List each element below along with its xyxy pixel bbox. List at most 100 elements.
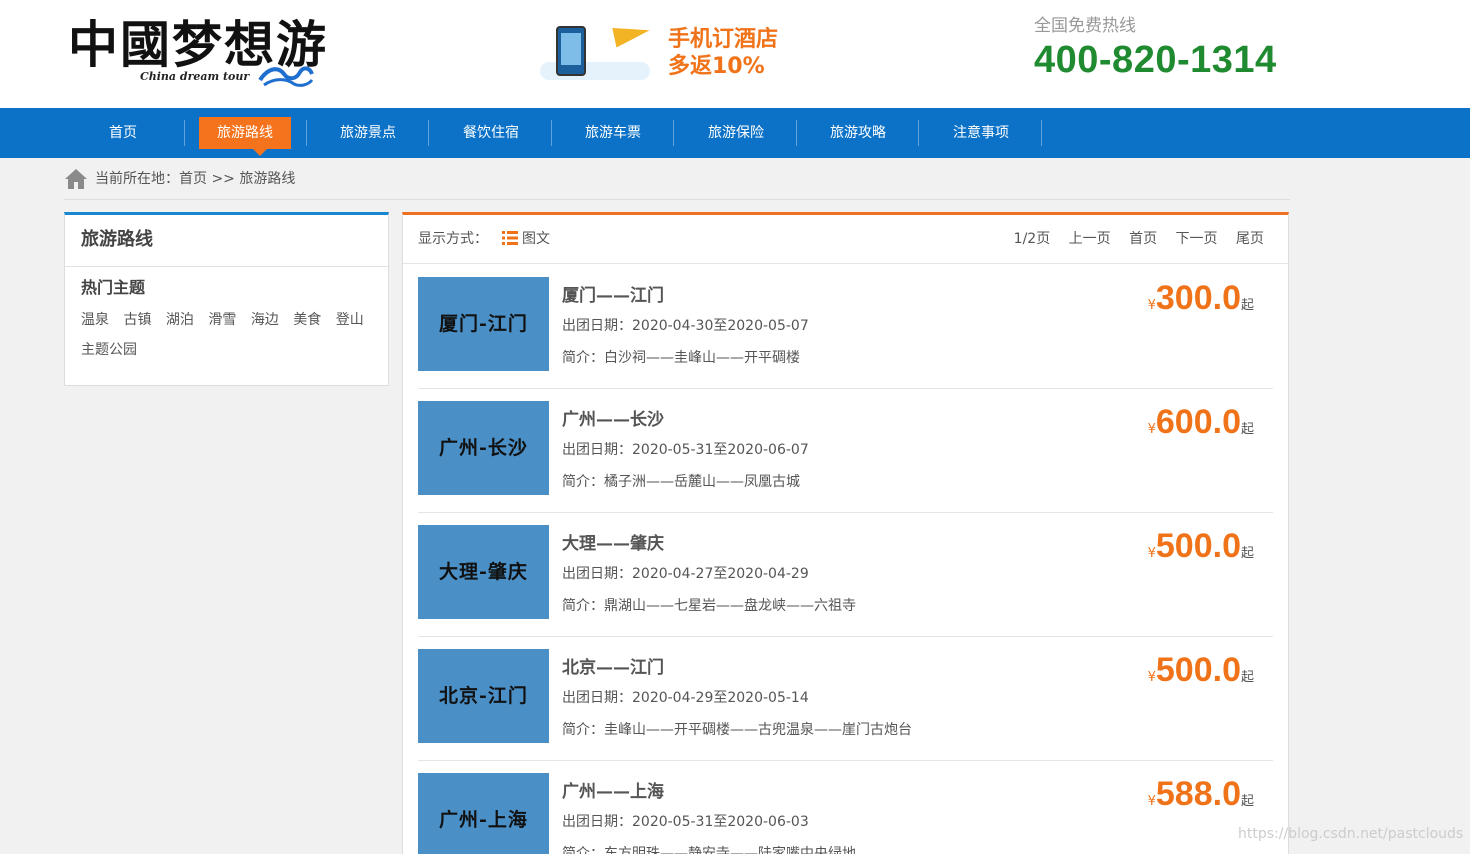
list-item[interactable]: 大理-肇庆 大理——肇庆 出团日期：2020-04-27至2020-04-29 …	[418, 513, 1273, 637]
pagination: 1/2页 上一页 首页 下一页 尾页	[1000, 215, 1264, 264]
route-price: ¥300.0起	[1148, 279, 1254, 318]
route-date: 出团日期：2020-04-29至2020-05-14	[562, 690, 809, 706]
prev-page-link[interactable]: 上一页	[1069, 231, 1111, 247]
tag-climbing[interactable]: 登山	[336, 305, 364, 335]
route-price: ¥588.0起	[1148, 775, 1254, 814]
view-mode: 显示方式： 图文	[418, 215, 550, 264]
route-title[interactable]: 广州——上海	[562, 777, 664, 802]
route-title[interactable]: 北京——江门	[562, 653, 664, 678]
promo-line-1: 手机订酒店	[668, 27, 779, 52]
route-title[interactable]: 大理——肇庆	[562, 529, 664, 554]
nav-item-tickets[interactable]: 旅游车票	[552, 117, 674, 149]
logo-subtitle: China dream tour	[140, 70, 250, 83]
route-intro: 简介：白沙祠——圭峰山——开平碉楼	[562, 350, 800, 366]
route-price: ¥500.0起	[1148, 527, 1254, 566]
home-icon	[65, 169, 87, 189]
nav-item-routes[interactable]: 旅游路线	[199, 117, 291, 156]
nav-divider	[673, 120, 674, 146]
currency-symbol: ¥	[1147, 546, 1156, 561]
promo-line-2: 多返10%	[668, 54, 765, 79]
route-thumbnail[interactable]: 北京-江门	[418, 649, 549, 743]
promo-text: 手机订酒店 多返10%	[668, 26, 778, 80]
nav-item-insurance[interactable]: 旅游保险	[675, 117, 797, 149]
route-title[interactable]: 厦门——江门	[562, 281, 664, 306]
hotline-number: 400-820-1314	[1034, 39, 1277, 81]
currency-symbol: ¥	[1147, 670, 1156, 685]
first-page-link[interactable]: 首页	[1129, 231, 1157, 247]
currency-symbol: ¥	[1147, 794, 1156, 809]
list-toolbar: 显示方式： 图文 1/2页 上一页 首页 下一页 尾页	[403, 215, 1288, 264]
last-page-link[interactable]: 尾页	[1236, 231, 1264, 247]
watermark: https://blog.csdn.net/pastclouds	[1238, 826, 1464, 842]
route-intro: 简介：东方明珠——静安寺——陆家嘴中央绿地	[562, 846, 856, 854]
tag-seaside[interactable]: 海边	[251, 305, 279, 335]
list-item[interactable]: 广州-上海 广州——上海 出团日期：2020-05-31至2020-06-03 …	[418, 761, 1273, 854]
tag-ancient-town[interactable]: 古镇	[123, 305, 151, 335]
route-thumbnail[interactable]: 广州-长沙	[418, 401, 549, 495]
currency-symbol: ¥	[1147, 298, 1156, 313]
breadcrumb: 当前所在地：首页 >> 旅游路线	[64, 158, 1290, 200]
price-suffix: 起	[1240, 794, 1254, 809]
price-value: 588.0	[1155, 775, 1241, 813]
price-value: 300.0	[1155, 279, 1241, 317]
route-date: 出团日期：2020-04-30至2020-05-07	[562, 318, 809, 334]
route-thumbnail[interactable]: 厦门-江门	[418, 277, 549, 371]
page-info: 1/2页	[1013, 231, 1051, 247]
price-value: 500.0	[1155, 651, 1241, 689]
nav-divider	[918, 120, 919, 146]
route-price: ¥500.0起	[1148, 651, 1254, 690]
route-date: 出团日期：2020-05-31至2020-06-03	[562, 814, 809, 830]
nav-item-dining[interactable]: 餐饮住宿	[430, 117, 552, 149]
mobile-hotel-promo[interactable]: 手机订酒店 多返10%	[540, 20, 800, 84]
breadcrumb-text[interactable]: 当前所在地：首页 >> 旅游路线	[95, 158, 295, 201]
paper-plane-icon	[612, 20, 652, 48]
list-item[interactable]: 北京-江门 北京——江门 出团日期：2020-04-29至2020-05-14 …	[418, 637, 1273, 761]
list-view-icon[interactable]	[502, 231, 518, 245]
nav-divider	[428, 120, 429, 146]
tag-skiing[interactable]: 滑雪	[208, 305, 236, 335]
list-item[interactable]: 厦门-江门 厦门——江门 出团日期：2020-04-30至2020-05-07 …	[418, 265, 1273, 389]
price-suffix: 起	[1240, 546, 1254, 561]
nav-item-guides[interactable]: 旅游攻略	[797, 117, 919, 149]
route-date: 出团日期：2020-05-31至2020-06-07	[562, 442, 809, 458]
price-suffix: 起	[1240, 670, 1254, 685]
tag-theme-park[interactable]: 主题公园	[81, 335, 137, 365]
tag-hot-spring[interactable]: 温泉	[81, 305, 109, 335]
route-thumbnail[interactable]: 广州-上海	[418, 773, 549, 854]
phone-icon	[556, 26, 586, 76]
currency-symbol: ¥	[1147, 422, 1156, 437]
nav-item-notes[interactable]: 注意事项	[920, 117, 1042, 149]
price-suffix: 起	[1240, 298, 1254, 313]
hotline: 全国免费热线 400-820-1314	[1034, 14, 1294, 82]
route-intro: 简介：圭峰山——开平碉楼——古兜温泉——崖门古炮台	[562, 722, 912, 738]
nav-divider	[184, 120, 185, 146]
list-item[interactable]: 广州-长沙 广州——长沙 出团日期：2020-05-31至2020-06-07 …	[418, 389, 1273, 513]
site-logo[interactable]: 中國梦想游 China dream tour	[68, 10, 326, 90]
wave-icon	[258, 66, 314, 87]
route-title[interactable]: 广州——长沙	[562, 405, 664, 430]
price-value: 600.0	[1155, 403, 1241, 441]
route-intro: 简介：鼎湖山——七星岩——盘龙峡——六祖寺	[562, 598, 856, 614]
sidebar-title: 旅游路线	[65, 215, 388, 267]
hot-topics-heading: 热门主题	[81, 278, 146, 297]
view-mode-option[interactable]: 图文	[522, 231, 550, 247]
route-list-panel: 显示方式： 图文 1/2页 上一页 首页 下一页 尾页 厦门-江门 厦门——江门…	[402, 212, 1289, 854]
sidebar: 旅游路线 热门主题 温泉 古镇 湖泊 滑雪 海边 美食 登山 主题公园	[64, 212, 389, 386]
route-price: ¥600.0起	[1148, 403, 1254, 442]
tag-lake[interactable]: 湖泊	[166, 305, 194, 335]
nav-item-home[interactable]: 首页	[62, 117, 184, 149]
route-thumbnail[interactable]: 大理-肇庆	[418, 525, 549, 619]
price-suffix: 起	[1240, 422, 1254, 437]
main-nav: 首页 旅游路线 旅游景点 餐饮住宿 旅游车票 旅游保险 旅游攻略 注意事项	[0, 108, 1470, 158]
nav-divider	[1041, 120, 1042, 146]
view-mode-label: 显示方式：	[418, 231, 488, 247]
next-page-link[interactable]: 下一页	[1176, 231, 1218, 247]
route-intro: 简介：橘子洲——岳麓山——凤凰古城	[562, 474, 800, 490]
price-value: 500.0	[1155, 527, 1241, 565]
site-header: 中國梦想游 China dream tour 手机订酒店 多返10% 全国免费热…	[0, 0, 1470, 108]
topic-tags: 温泉 古镇 湖泊 滑雪 海边 美食 登山 主题公园	[65, 299, 388, 365]
tag-food[interactable]: 美食	[293, 305, 321, 335]
nav-item-attractions[interactable]: 旅游景点	[307, 117, 429, 149]
hotline-label: 全国免费热线	[1034, 16, 1136, 36]
route-date: 出团日期：2020-04-27至2020-04-29	[562, 566, 809, 582]
